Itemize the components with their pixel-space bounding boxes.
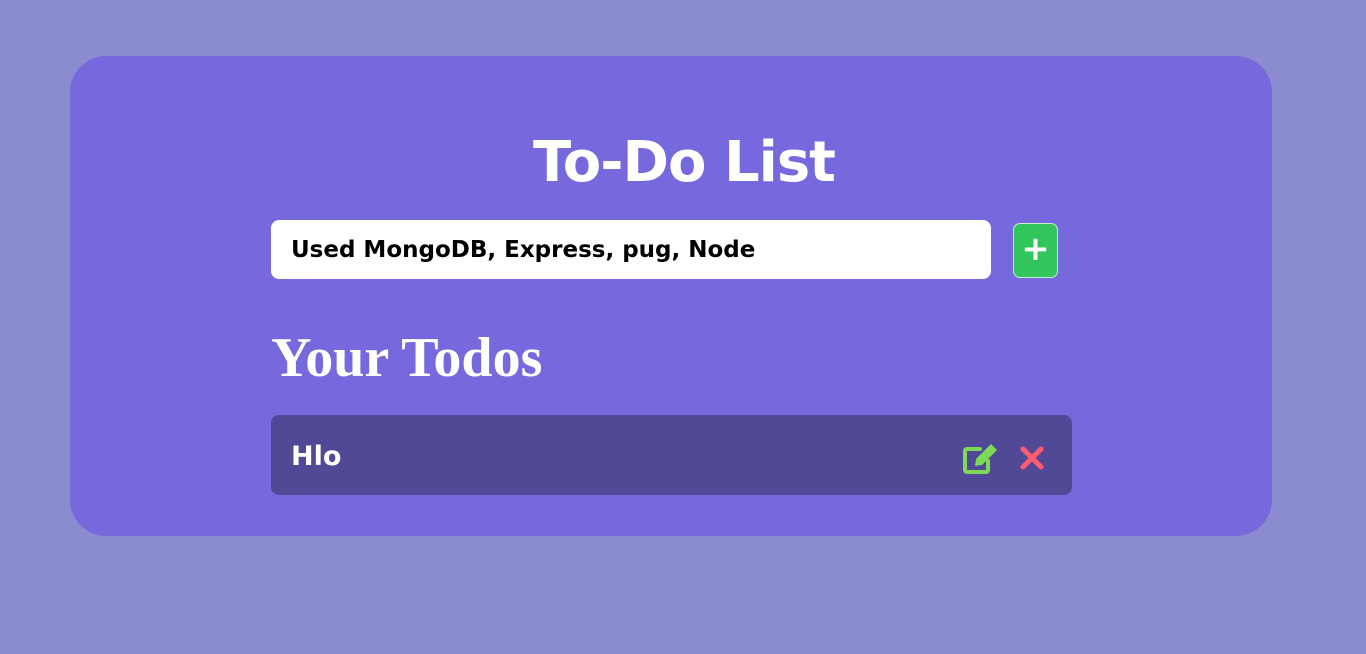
add-todo-form: +: [271, 220, 1061, 280]
todo-list: Hlo: [271, 415, 1072, 495]
plus-icon: +: [1021, 229, 1050, 269]
close-icon: [1020, 446, 1044, 470]
todo-input[interactable]: [271, 220, 991, 279]
delete-todo-button[interactable]: [1015, 440, 1049, 476]
edit-icon: [963, 444, 997, 474]
todo-text: Hlo: [291, 441, 342, 472]
todo-item: Hlo: [271, 415, 1072, 495]
edit-todo-button[interactable]: [961, 440, 1001, 476]
add-todo-button[interactable]: +: [1013, 223, 1058, 278]
page-title: To-Do List: [533, 130, 836, 195]
section-title: Your Todos: [271, 327, 543, 389]
